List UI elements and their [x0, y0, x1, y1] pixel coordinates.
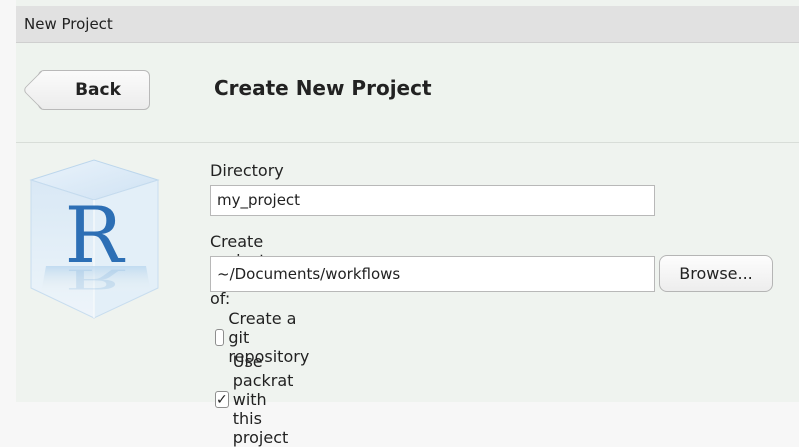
dialog-titlebar: New Project	[16, 6, 799, 43]
dialog-title: New Project	[24, 15, 113, 33]
r-logo-icon: R R	[26, 158, 166, 338]
packrat-label: Use packrat with this project	[232, 352, 294, 447]
packrat-option[interactable]: ✓ Use packrat with this project	[215, 352, 297, 447]
back-button-label: Back	[75, 80, 121, 100]
svg-text:R: R	[65, 263, 126, 295]
page-title: Create New Project	[214, 76, 432, 100]
browse-button[interactable]: Browse...	[659, 255, 773, 292]
back-button[interactable]: Back	[38, 70, 150, 110]
wizard-header: Back Create New Project	[16, 43, 799, 143]
browse-button-label: Browse...	[679, 264, 753, 283]
parent-directory-input[interactable]: ~/Documents/workflows	[210, 256, 655, 292]
packrat-checkbox[interactable]: ✓	[215, 391, 229, 408]
git-repository-checkbox[interactable]	[215, 329, 225, 346]
directory-name-input[interactable]: my_project	[210, 185, 655, 216]
checkmark-icon: ✓	[216, 391, 228, 408]
new-project-dialog: New Project Back Create New Project R R …	[16, 0, 799, 447]
